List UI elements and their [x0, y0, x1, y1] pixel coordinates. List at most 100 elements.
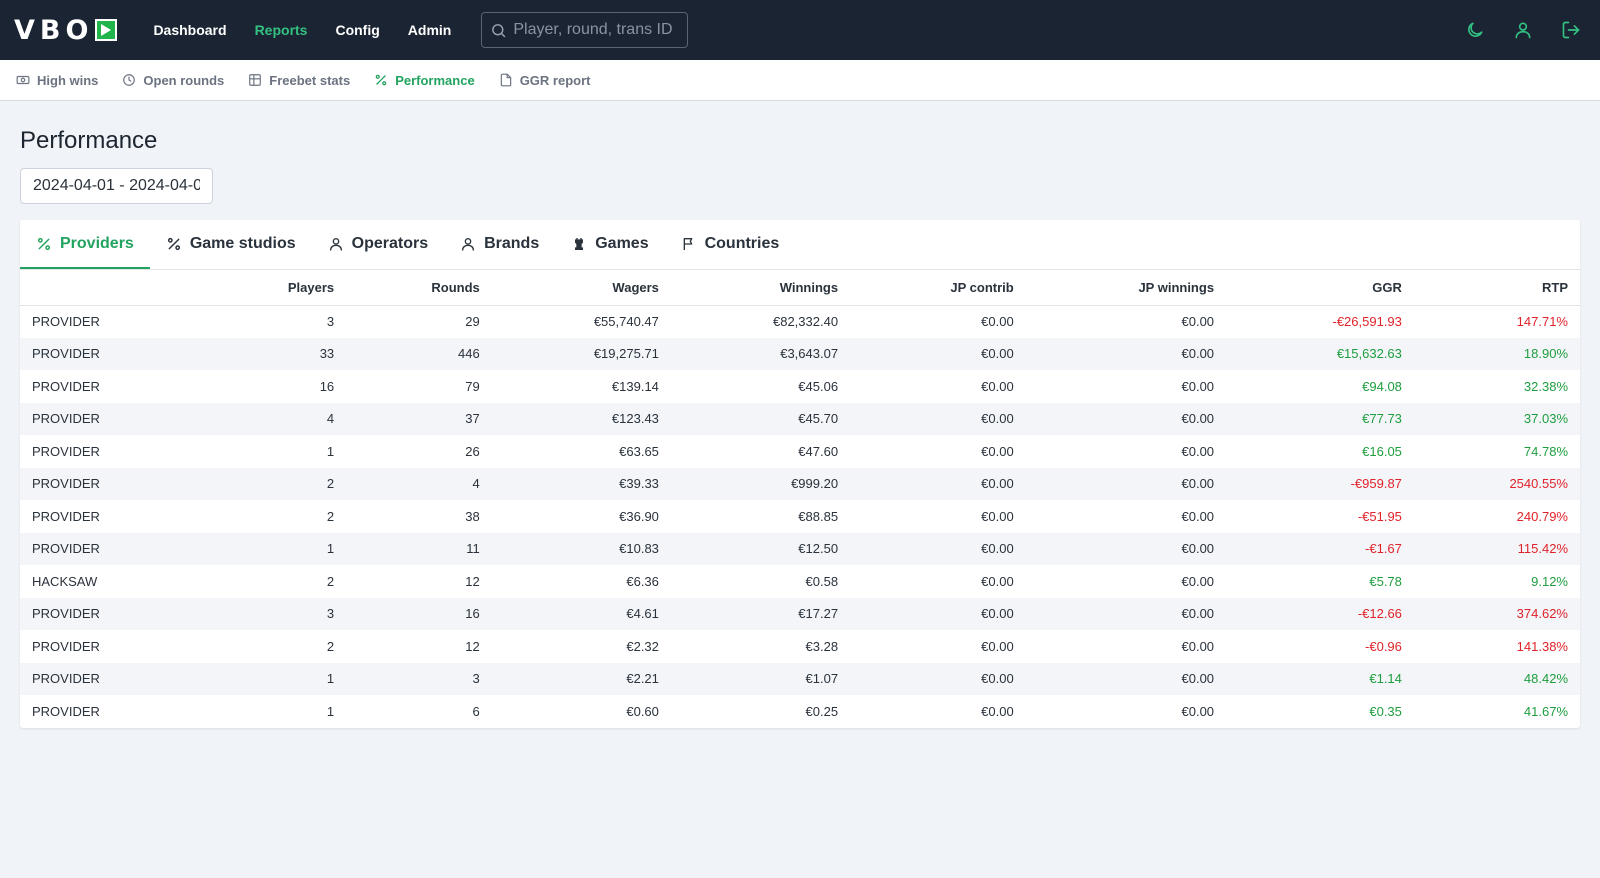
table-row[interactable]: PROVIDER 2 12 €2.32 €3.28 €0.00 €0.00 -€0.96 141… [20, 630, 1580, 663]
cell-rtp: 240.79% [1516, 508, 1568, 524]
subnav-label: High wins [37, 72, 99, 88]
cell-winnings: €88.85 [798, 508, 839, 524]
cell-ggr: €5.78 [1369, 573, 1402, 589]
table-row[interactable]: PROVIDER 33 446 €19,275.71 €3,643.07 €0.00 €0.… [20, 337, 1580, 370]
moon-icon[interactable] [1464, 19, 1486, 41]
col-rtp[interactable]: RTP [1413, 270, 1580, 306]
cell-ggr: -€26,591.93 [1332, 314, 1402, 329]
col-rounds[interactable]: Rounds [346, 270, 492, 306]
tab-label: Operators [351, 234, 429, 252]
cell-name: PROVIDER [32, 378, 100, 394]
table-row[interactable]: PROVIDER 1 6 €0.60 €0.25 €0.00 €0.00 €0.35 41.67… [20, 695, 1580, 728]
tab-games[interactable]: Games [555, 220, 664, 269]
main-content: Performance Providers Game studios Opera… [0, 101, 1600, 728]
cell-rounds: 12 [465, 638, 480, 654]
cell-wagers: €123.43 [491, 402, 671, 435]
nav-reports[interactable]: Reports [255, 22, 308, 38]
col-name[interactable] [20, 270, 205, 306]
cell-jp-winnings: €0.00 [1181, 703, 1215, 719]
cell-ggr: €15,632.63 [1226, 337, 1414, 370]
nav-admin[interactable]: Admin [408, 22, 452, 38]
table-row[interactable]: HACKSAW 2 12 €6.36 €0.58 €0.00 €0.00 €5.78 9.12% [20, 565, 1580, 598]
cell-rounds: 38 [465, 508, 480, 524]
cell-name: PROVIDER [20, 402, 205, 435]
nav-config[interactable]: Config [335, 22, 379, 38]
cell-wagers: €4.61 [491, 597, 671, 630]
cell-rtp: 74.78% [1523, 443, 1568, 459]
col-winnings[interactable]: Winnings [670, 270, 851, 306]
cell-rounds: 37 [346, 402, 492, 435]
cell-rounds: 4 [346, 467, 492, 500]
table-row[interactable]: PROVIDER 2 4 €39.33 €999.20 €0.00 €0.00 -€959.8… [20, 467, 1580, 500]
cell-jp-contrib: €0.00 [981, 703, 1014, 719]
cell-winnings: €999.20 [670, 467, 851, 500]
grid-icon [249, 74, 262, 86]
cell-name: HACKSAW [32, 573, 98, 589]
table-row[interactable]: PROVIDER 16 79 €139.14 €45.06 €0.00 €0.00 €94.0… [20, 370, 1580, 403]
subnav-performance[interactable]: Performance [374, 72, 475, 88]
cell-players: 3 [204, 597, 347, 630]
nav-dashboard[interactable]: Dashboard [153, 22, 226, 38]
table-row[interactable]: PROVIDER 1 11 €10.83 €12.50 €0.00 €0.00 -€1.67 1… [20, 532, 1580, 565]
chess-icon [575, 237, 584, 250]
cell-jp-winnings: €0.00 [1181, 314, 1215, 329]
vbo-logo[interactable]: VBO [14, 15, 118, 46]
logout-icon[interactable] [1560, 19, 1582, 41]
cell-wagers: €36.90 [619, 508, 659, 524]
search-icon [492, 23, 506, 37]
table-row[interactable]: PROVIDER 1 3 €2.21 €1.07 €0.00 €0.00 €1.14 48.42… [20, 662, 1580, 695]
cell-ggr: €1.14 [1226, 662, 1414, 695]
subnav-open-rounds[interactable]: Open rounds [122, 73, 224, 88]
cell-winnings: €0.25 [805, 703, 839, 719]
table-header-row: Players Rounds Wagers Winnings JP contri… [20, 270, 1580, 306]
cell-ggr: -€0.96 [1365, 638, 1402, 654]
tab-game-studios[interactable]: Game studios [150, 220, 312, 269]
cell-jp-contrib: €0.00 [981, 443, 1014, 459]
table-row[interactable]: PROVIDER 3 29 €55,740.47 €82,332.40 €0.00 €0.0… [20, 305, 1580, 338]
table-row[interactable]: PROVIDER 4 37 €123.43 €45.70 €0.00 €0.00 €77.73… [20, 402, 1580, 435]
cell-jp-winnings: €0.00 [1025, 337, 1227, 370]
col-jp-contrib[interactable]: JP contrib [850, 270, 1026, 306]
col-players[interactable]: Players [204, 270, 347, 306]
col-jp-winnings[interactable]: JP winnings [1025, 270, 1227, 306]
subnav-label: Performance [395, 72, 475, 88]
cell-name: PROVIDER [32, 508, 100, 524]
table-row[interactable]: PROVIDER 3 16 €4.61 €17.27 €0.00 €0.00 -€12.66 3… [20, 597, 1580, 630]
tab-brands[interactable]: Brands [444, 220, 555, 269]
col-ggr[interactable]: GGR [1226, 270, 1414, 306]
user-icon [462, 237, 475, 251]
subnav-ggr-report[interactable]: GGR report [499, 73, 590, 88]
subnav-high-wins[interactable]: High wins [16, 73, 98, 88]
cell-rounds: 446 [346, 337, 492, 370]
cell-winnings: €1.07 [670, 662, 851, 695]
cell-jp-winnings: €0.00 [1025, 402, 1227, 435]
tab-operators[interactable]: Operators [312, 220, 444, 269]
providers-table: Players Rounds Wagers Winnings JP contri… [20, 270, 1580, 728]
user-icon[interactable] [1512, 19, 1534, 41]
date-range-input[interactable] [20, 168, 213, 204]
table-row[interactable]: PROVIDER 2 38 €36.90 €88.85 €0.00 €0.00 -€51.95… [20, 500, 1580, 533]
subnav-freebet-stats[interactable]: Freebet stats [248, 73, 350, 88]
search-input[interactable] [513, 21, 684, 39]
cash-icon [16, 75, 30, 85]
table-row[interactable]: PROVIDER 1 26 €63.65 €47.60 €0.00 €0.00 €16.05 7… [20, 435, 1580, 468]
cell-name: PROVIDER [32, 443, 100, 459]
cell-jp-winnings: €0.00 [1181, 508, 1215, 524]
cell-ggr: €94.08 [1362, 378, 1402, 394]
cell-winnings: €47.60 [798, 443, 839, 459]
flag-icon [683, 237, 692, 250]
file-icon [500, 73, 511, 87]
tab-countries[interactable]: Countries [665, 220, 796, 269]
cell-winnings: €12.50 [670, 532, 851, 565]
cell-jp-contrib: €0.00 [850, 532, 1026, 565]
cell-ggr: -€12.66 [1226, 597, 1414, 630]
col-wagers[interactable]: Wagers [491, 270, 671, 306]
cell-jp-winnings: €0.00 [1181, 443, 1215, 459]
cell-wagers: €63.65 [619, 443, 659, 459]
cell-players: 1 [326, 703, 335, 719]
cell-wagers: €55,740.47 [593, 314, 659, 329]
cell-players: 2 [204, 467, 347, 500]
tab-providers[interactable]: Providers [20, 220, 150, 269]
cell-players: 2 [326, 573, 335, 589]
cell-rtp: 37.03% [1413, 402, 1580, 435]
